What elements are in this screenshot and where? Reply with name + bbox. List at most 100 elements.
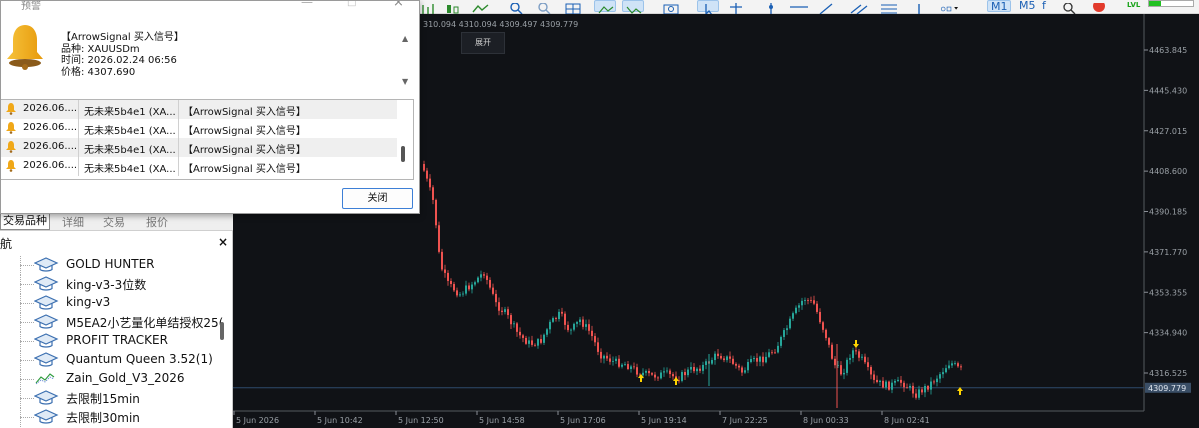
candle-body <box>543 334 545 343</box>
candle-body <box>804 299 806 301</box>
navigator-item-label: Quantum Queen 3.52(1) <box>66 352 213 366</box>
candle-body <box>456 290 458 296</box>
alert-row[interactable]: 2026.06.... 无未来5b4e1 (XA... 【ArrowSignal 买… <box>1 138 397 157</box>
candle-body <box>453 284 455 291</box>
cursor-icon[interactable] <box>697 0 719 16</box>
auto-scroll-icon[interactable] <box>594 0 616 14</box>
text-tool-icon[interactable] <box>908 0 930 14</box>
price-tick-label: 4390.185 <box>1149 208 1187 217</box>
candle-body <box>435 199 437 226</box>
search-icon[interactable] <box>1058 0 1076 15</box>
maximize-icon[interactable]: □ <box>347 1 356 8</box>
candle-body <box>900 379 902 383</box>
candle-body <box>441 251 443 270</box>
timeframe-more[interactable]: f <box>1040 0 1050 12</box>
tile-windows-icon[interactable] <box>562 0 584 15</box>
zoom-in-icon[interactable] <box>505 0 527 15</box>
alert-time: 2026.06.... <box>23 122 78 133</box>
minimize-icon[interactable]: — <box>301 1 313 9</box>
timeframe-m5[interactable]: M5 <box>1016 0 1040 12</box>
fibonacci-icon[interactable] <box>878 0 900 14</box>
scroll-down-icon[interactable]: ▼ <box>402 77 408 86</box>
expert-hat-icon <box>33 352 60 368</box>
shapes-dropdown-icon[interactable] <box>938 0 972 12</box>
candle-body <box>651 373 653 375</box>
alert-time: 2026.06.... <box>23 141 78 152</box>
candle-body <box>912 385 914 394</box>
candle-body <box>864 356 866 363</box>
vertical-line-icon[interactable] <box>760 0 782 15</box>
navigator-item[interactable]: Quantum Queen 3.52(1) <box>0 351 218 370</box>
horizontal-line-icon[interactable] <box>788 0 810 12</box>
candle-body <box>720 356 722 359</box>
candle-body <box>432 187 434 200</box>
message-scrollbar[interactable]: ▲ ▼ <box>399 31 413 91</box>
alert-dialog: 预警 — □ × 【ArrowSignal 买入信号】 品种: XAUUSDm … <box>0 0 420 214</box>
candle-body <box>606 355 608 359</box>
close-button[interactable]: 关闭 <box>342 188 413 209</box>
time-tick-label: 5 Jun 19:14 <box>641 416 687 425</box>
navigator-item[interactable]: M5EA2小艺量化单结授权25( <box>0 313 223 332</box>
candle-body <box>873 374 875 380</box>
tab-quotes[interactable]: 报价 <box>146 214 168 230</box>
alert-row[interactable]: 2026.06.... 无未来5b4e1 (XA... 【ArrowSignal 买… <box>1 100 397 119</box>
candlestick-chart-icon[interactable] <box>442 0 464 14</box>
no-signal-icon[interactable] <box>1088 0 1110 12</box>
candle-body <box>954 363 956 364</box>
candle-body <box>495 293 497 303</box>
zoom-out-icon[interactable] <box>533 0 555 15</box>
message-time: 时间: 2026.02.24 06:56 <box>61 55 177 66</box>
candle-body <box>723 358 725 361</box>
candle-body <box>879 380 881 383</box>
navigator-scrollbar[interactable] <box>220 322 224 340</box>
navigator-item[interactable]: GOLD HUNTER <box>0 256 218 275</box>
candle-body <box>876 379 878 383</box>
navigator-item[interactable]: 去限制15min <box>0 389 218 408</box>
tab-trading[interactable]: 交易 <box>103 214 125 230</box>
candle-body <box>615 358 617 361</box>
candle-body <box>450 280 452 285</box>
candle-body <box>567 324 569 331</box>
timeframe-m1[interactable]: M1 <box>987 0 1011 13</box>
candle-body <box>717 353 719 357</box>
alert-list-scrollbar[interactable] <box>401 146 405 162</box>
candle-body <box>819 311 821 323</box>
navigator-item[interactable]: PROFIT TRACKER <box>0 332 218 351</box>
line-chart-icon[interactable] <box>470 0 492 13</box>
navigator-item[interactable]: 去限制30min <box>0 408 218 427</box>
candle-body <box>852 350 854 359</box>
candle-body <box>423 164 425 171</box>
chart-shift-icon[interactable] <box>622 0 644 14</box>
close-icon[interactable]: × <box>218 235 228 249</box>
candle-body <box>648 370 650 374</box>
navigator-item[interactable]: king-v3 <box>0 294 218 313</box>
tab-symbols[interactable]: 交易品种 <box>0 212 50 230</box>
candle-body <box>918 389 920 398</box>
candle-body <box>582 319 584 327</box>
navigator-item[interactable]: king-v3-3位数 <box>0 275 218 294</box>
alert-row[interactable]: 2026.06.... 无未来5b4e1 (XA... 【ArrowSignal 买… <box>1 157 397 176</box>
candle-body <box>795 307 797 314</box>
alert-message: 【ArrowSignal 买入信号】 <box>183 164 306 175</box>
screenshot-icon[interactable] <box>660 0 682 15</box>
candle-body <box>915 393 917 398</box>
channel-icon[interactable] <box>848 0 870 15</box>
candle-body <box>840 365 842 375</box>
tab-details[interactable]: 详细 <box>62 214 84 230</box>
candle-body <box>561 311 563 314</box>
candle-body <box>927 385 929 390</box>
navigator-item-label: Zain_Gold_V3_2026 <box>66 371 185 385</box>
candle-body <box>426 170 428 179</box>
expand-button[interactable]: 展开 <box>461 32 505 54</box>
trendline-icon[interactable] <box>815 0 837 15</box>
candle-body <box>810 300 812 301</box>
close-icon[interactable]: × <box>393 1 404 10</box>
crosshair-icon[interactable] <box>725 0 747 15</box>
navigator-item-label: king-v3 <box>66 295 111 309</box>
bar-chart-icon[interactable] <box>418 0 440 14</box>
navigator-item[interactable]: Zain_Gold_V3_2026 <box>0 370 218 389</box>
alert-source: 无未来5b4e1 (XA... <box>84 145 176 156</box>
alert-row[interactable]: 2026.06.... 无未来5b4e1 (XA... 【ArrowSignal 买… <box>1 119 397 138</box>
candle-body <box>462 293 464 295</box>
scroll-up-icon[interactable]: ▲ <box>402 34 408 43</box>
